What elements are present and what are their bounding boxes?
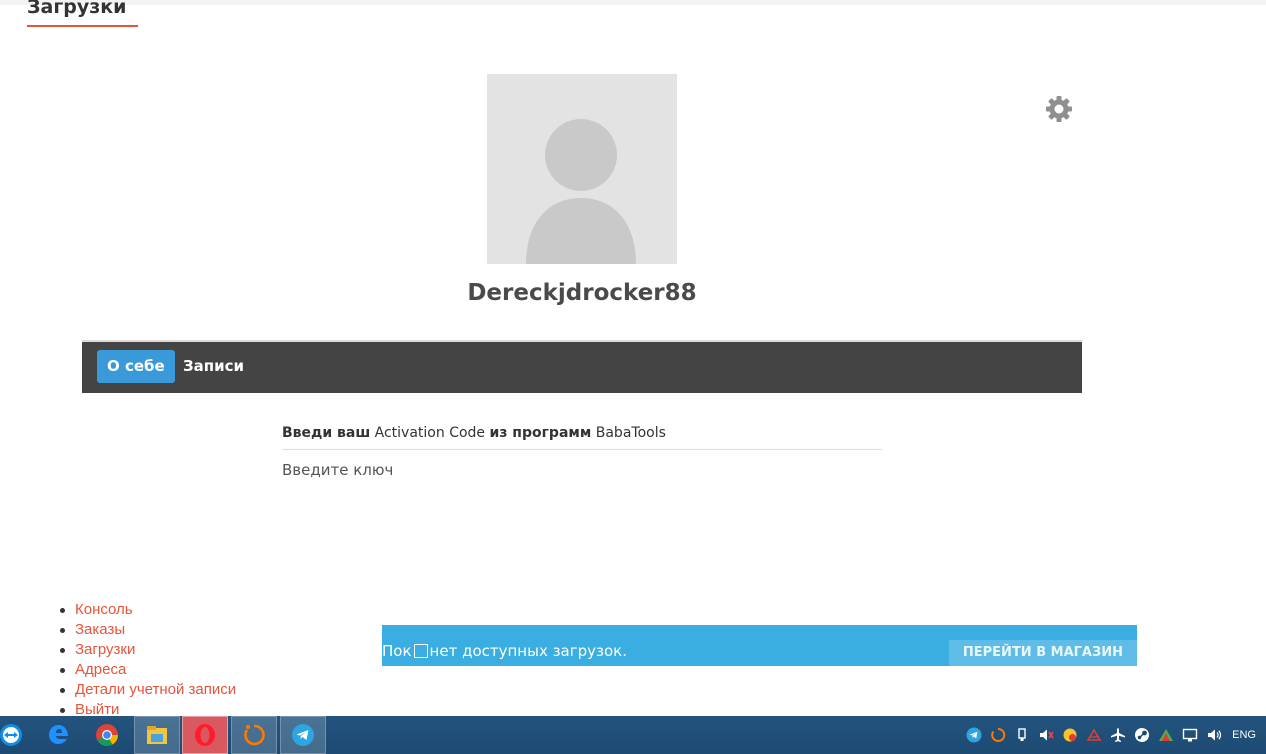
account-navigation: Консоль Заказы Загрузки Адреса Детали уч… xyxy=(57,600,236,720)
list-item: Детали учетной записи xyxy=(57,680,236,700)
go-to-shop-button[interactable]: ПЕРЕЙТИ В МАГАЗИН xyxy=(948,640,1137,666)
file-explorer-icon[interactable] xyxy=(134,716,180,754)
label-part: Activation Code xyxy=(370,425,490,441)
list-item: Загрузки xyxy=(57,640,236,660)
security-icon[interactable] xyxy=(1058,716,1082,754)
profile-tab-bar: О себе Записи xyxy=(82,340,1082,393)
display-icon[interactable] xyxy=(1178,716,1202,754)
text-cursor-icon xyxy=(413,644,428,658)
avast-tray-icon[interactable] xyxy=(986,716,1010,754)
airplane-icon[interactable] xyxy=(1106,716,1130,754)
notice-text-part: Пок xyxy=(382,642,412,660)
page-title: Загрузки xyxy=(27,0,127,18)
activation-code-input[interactable] xyxy=(282,458,882,482)
label-part: из программ xyxy=(489,425,592,441)
input-language-indicator[interactable]: ENG xyxy=(1226,729,1266,741)
tray-app-icon[interactable] xyxy=(1154,716,1178,754)
opera-icon[interactable] xyxy=(182,716,228,754)
avast-icon[interactable] xyxy=(231,716,277,754)
teamviewer-icon[interactable] xyxy=(0,716,34,754)
notice-message: Пок нет доступных загрузок. xyxy=(382,642,627,660)
notice-text-part: нет доступных загрузок. xyxy=(429,642,628,660)
default-user-icon xyxy=(487,74,677,264)
usb-icon[interactable] xyxy=(1010,716,1034,754)
nav-link-dashboard[interactable]: Консоль xyxy=(75,601,133,618)
nav-link-account-details[interactable]: Детали учетной записи xyxy=(75,681,236,698)
volume-muted-icon[interactable] xyxy=(1034,716,1058,754)
network-alert-icon[interactable] xyxy=(1082,716,1106,754)
volume-icon[interactable] xyxy=(1202,716,1226,754)
settings-gear-icon[interactable] xyxy=(1045,95,1073,123)
telegram-icon[interactable] xyxy=(280,716,326,754)
tab-about[interactable]: О себе xyxy=(97,350,175,383)
system-tray: ENG xyxy=(962,716,1266,754)
list-item: Заказы xyxy=(57,620,236,640)
nav-link-downloads[interactable]: Загрузки xyxy=(75,641,135,658)
no-downloads-notice: Пок нет доступных загрузок. ПЕРЕЙТИ В МАГ… xyxy=(382,625,1137,666)
list-item: Адреса xyxy=(57,660,236,680)
tab-posts[interactable]: Записи xyxy=(173,350,254,383)
list-item: Консоль xyxy=(57,600,236,620)
top-strip xyxy=(0,0,1266,5)
edge-icon[interactable] xyxy=(36,716,82,754)
label-part: BabaTools xyxy=(591,425,666,441)
steam-icon[interactable] xyxy=(1130,716,1154,754)
windows-taskbar: ENG xyxy=(0,716,1266,754)
nav-link-addresses[interactable]: Адреса xyxy=(75,661,126,678)
title-underline xyxy=(27,25,138,27)
telegram-tray-icon[interactable] xyxy=(962,716,986,754)
avatar xyxy=(487,74,677,264)
chrome-icon[interactable] xyxy=(84,716,130,754)
nav-link-orders[interactable]: Заказы xyxy=(75,621,125,638)
field-divider xyxy=(282,449,882,450)
activation-code-label: Введи ваш Activation Code из программ Ba… xyxy=(282,425,666,441)
label-part: Введи ваш xyxy=(282,425,371,441)
profile-username: Dereckjdrocker88 xyxy=(467,280,697,306)
